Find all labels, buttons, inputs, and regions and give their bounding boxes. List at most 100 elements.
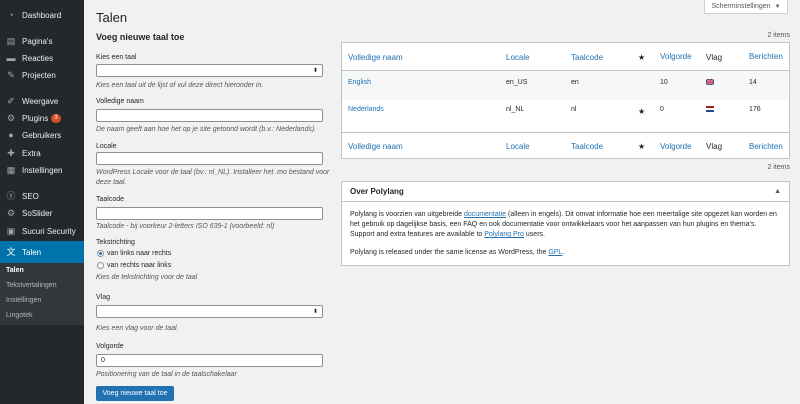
table-row: English en_US en 10 14 (342, 71, 789, 100)
choose-language-label: Kies een taal (96, 54, 137, 61)
col-order-header[interactable]: Volgorde (660, 52, 692, 61)
settings-icon: ▦ (6, 165, 16, 175)
menu-projects[interactable]: ✎ Projecten (0, 67, 84, 84)
locale-label: Locale (96, 143, 117, 150)
gpl-link[interactable]: GPL (548, 249, 562, 256)
fullname-help: De naam geeft aan hoe het op je site get… (96, 126, 317, 133)
plugins-icon: ⚙ (6, 113, 16, 123)
order-label: Volgorde (96, 343, 124, 350)
order-input[interactable]: 0 (96, 354, 323, 367)
submenu-lingotek[interactable]: Lingotek (6, 312, 32, 319)
appearance-icon: ✐ (7, 96, 15, 106)
lang-posts: 176 (749, 106, 761, 113)
code-input[interactable] (96, 207, 323, 220)
table-footer-row: Volledige naam Locale Taalcode ★ Volgord… (342, 132, 789, 158)
locale-help: WordPress Locale voor de taal (bv.: nl_N… (96, 169, 330, 186)
comments-icon: ▬ (6, 53, 16, 63)
lang-locale: en_US (506, 79, 528, 86)
form-title: Voeg nieuwe taal toe (96, 32, 185, 42)
default-language-star-icon: ★ (638, 107, 646, 116)
menu-appearance[interactable]: ✐ Weergave (0, 93, 84, 110)
items-count-bottom: 2 items (767, 164, 790, 171)
menu-pages[interactable]: ▤ Pagina's (0, 33, 84, 50)
col-flag-header: Vlag (706, 53, 723, 62)
col-locale-footer[interactable]: Locale (506, 142, 530, 151)
col-name-footer[interactable]: Volledige naam (348, 142, 403, 151)
polylang-pro-link[interactable]: Polylang Pro (484, 231, 524, 238)
languages-table: Volledige naam Locale Taalcode ★ Volgord… (341, 42, 790, 159)
lang-name-link[interactable]: English (348, 79, 371, 86)
col-code-header[interactable]: Taalcode (571, 53, 603, 62)
menu-seo[interactable]: ⓨ SEO (0, 188, 84, 205)
code-label: Taalcode (96, 196, 125, 203)
page-title: Talen (96, 10, 128, 25)
users-icon: ● (8, 130, 14, 140)
lang-code: nl (571, 106, 577, 113)
tools-icon: ✚ (7, 148, 15, 158)
plugins-update-badge: 3 (51, 114, 61, 123)
menu-plugins[interactable]: ⚙ Plugins 3 (0, 110, 84, 127)
documentation-link[interactable]: documentatie (464, 211, 506, 218)
admin-sidebar: ◔ Dashboard ▤ Pagina's ▬ Reacties ✎ Projecte… (0, 0, 84, 404)
shield-icon: ▣ (6, 226, 16, 236)
menu-users[interactable]: ● Gebruikers (0, 127, 84, 144)
postbox-body: Polylang is voorzien van uitgebreide doc… (342, 202, 789, 258)
col-locale-header[interactable]: Locale (506, 53, 530, 62)
flag-select[interactable]: ⬍ (96, 305, 323, 318)
select-arrows-icon: ⬍ (312, 309, 318, 315)
default-star-icon: ★ (638, 142, 646, 151)
menu-settings[interactable]: ▦ Instellingen (0, 162, 84, 179)
menu-comments[interactable]: ▬ Reacties (0, 50, 84, 67)
col-posts-header[interactable]: Berichten (749, 52, 783, 61)
menu-soslider[interactable]: ⚙ SoSlider (0, 205, 84, 222)
select-arrows-icon: ⬍ (312, 68, 318, 74)
nl-flag-icon (706, 106, 714, 114)
col-order-footer[interactable]: Volgorde (660, 142, 692, 151)
submenu-tekstvertalingen[interactable]: Tekstvertalingen (6, 282, 57, 289)
collapse-arrow-icon[interactable]: ▲ (774, 188, 781, 195)
col-name-header[interactable]: Volledige naam (348, 53, 403, 62)
add-language-button[interactable]: Voeg nieuwe taal toe (96, 386, 174, 401)
postbox-paragraph: Polylang is voorzien van uitgebreide doc… (350, 211, 777, 238)
language-select[interactable]: ⬍ (96, 64, 323, 77)
submenu-talen[interactable]: Talen (6, 267, 24, 274)
rtl-radio[interactable] (97, 262, 104, 269)
table-header-row: Volledige naam Locale Taalcode ★ Volgord… (342, 43, 789, 71)
col-flag-footer: Vlag (706, 142, 723, 151)
col-code-footer[interactable]: Taalcode (571, 142, 603, 151)
slider-icon: ⚙ (6, 208, 16, 218)
lang-posts: 14 (749, 79, 757, 86)
locale-input[interactable] (96, 152, 323, 165)
dashboard-icon: ◔ (8, 10, 14, 20)
ltr-radio[interactable] (97, 250, 104, 257)
menu-tools[interactable]: ✚ Extra (0, 145, 84, 162)
submenu-instellingen[interactable]: Instellingen (6, 297, 41, 304)
lang-locale: nl_NL (506, 106, 525, 113)
about-polylang-box: Over Polylang ▲ Polylang is voorzien van… (341, 181, 790, 266)
fullname-label: Volledige naam (96, 98, 144, 105)
pages-icon: ▤ (6, 36, 16, 46)
table-row: Nederlands nl_NL nl ★ 0 176 (342, 100, 789, 130)
lang-name-link[interactable]: Nederlands (348, 106, 384, 113)
fullname-input[interactable] (96, 109, 323, 122)
seo-icon: ⓨ (6, 191, 16, 201)
col-posts-footer[interactable]: Berichten (749, 142, 783, 151)
order-help: Positionering van de taal in de taalscha… (96, 371, 237, 378)
direction-label: Tekstrichting (96, 239, 135, 246)
pin-icon: ✎ (7, 70, 15, 80)
screen-options-button[interactable]: Scherminstellingen ▼ (704, 0, 788, 14)
postbox-header[interactable]: Over Polylang ▲ (342, 182, 789, 202)
items-count-top: 2 items (767, 32, 790, 39)
ltr-radio-row[interactable]: van links naar rechts (97, 250, 171, 257)
choose-language-help: Kies een taal uit de lijst of vul deze d… (96, 82, 264, 89)
flag-help: Kies een vlag voor de taal. (96, 325, 179, 332)
talen-submenu: Talen Tekstvertalingen Instellingen Ling… (0, 263, 84, 325)
postbox-paragraph: Polylang is released under the same lice… (350, 249, 565, 256)
direction-help: Kies de tekstrichting voor de taal (96, 274, 198, 281)
uk-flag-icon (706, 79, 714, 87)
lang-code: en (571, 79, 579, 86)
rtl-radio-row[interactable]: van rechts naar links (97, 262, 171, 269)
menu-talen[interactable]: 文 Talen (0, 241, 84, 263)
menu-dashboard[interactable]: ◔ Dashboard (0, 7, 84, 24)
menu-sucuri[interactable]: ▣ Sucuri Security (0, 223, 84, 240)
